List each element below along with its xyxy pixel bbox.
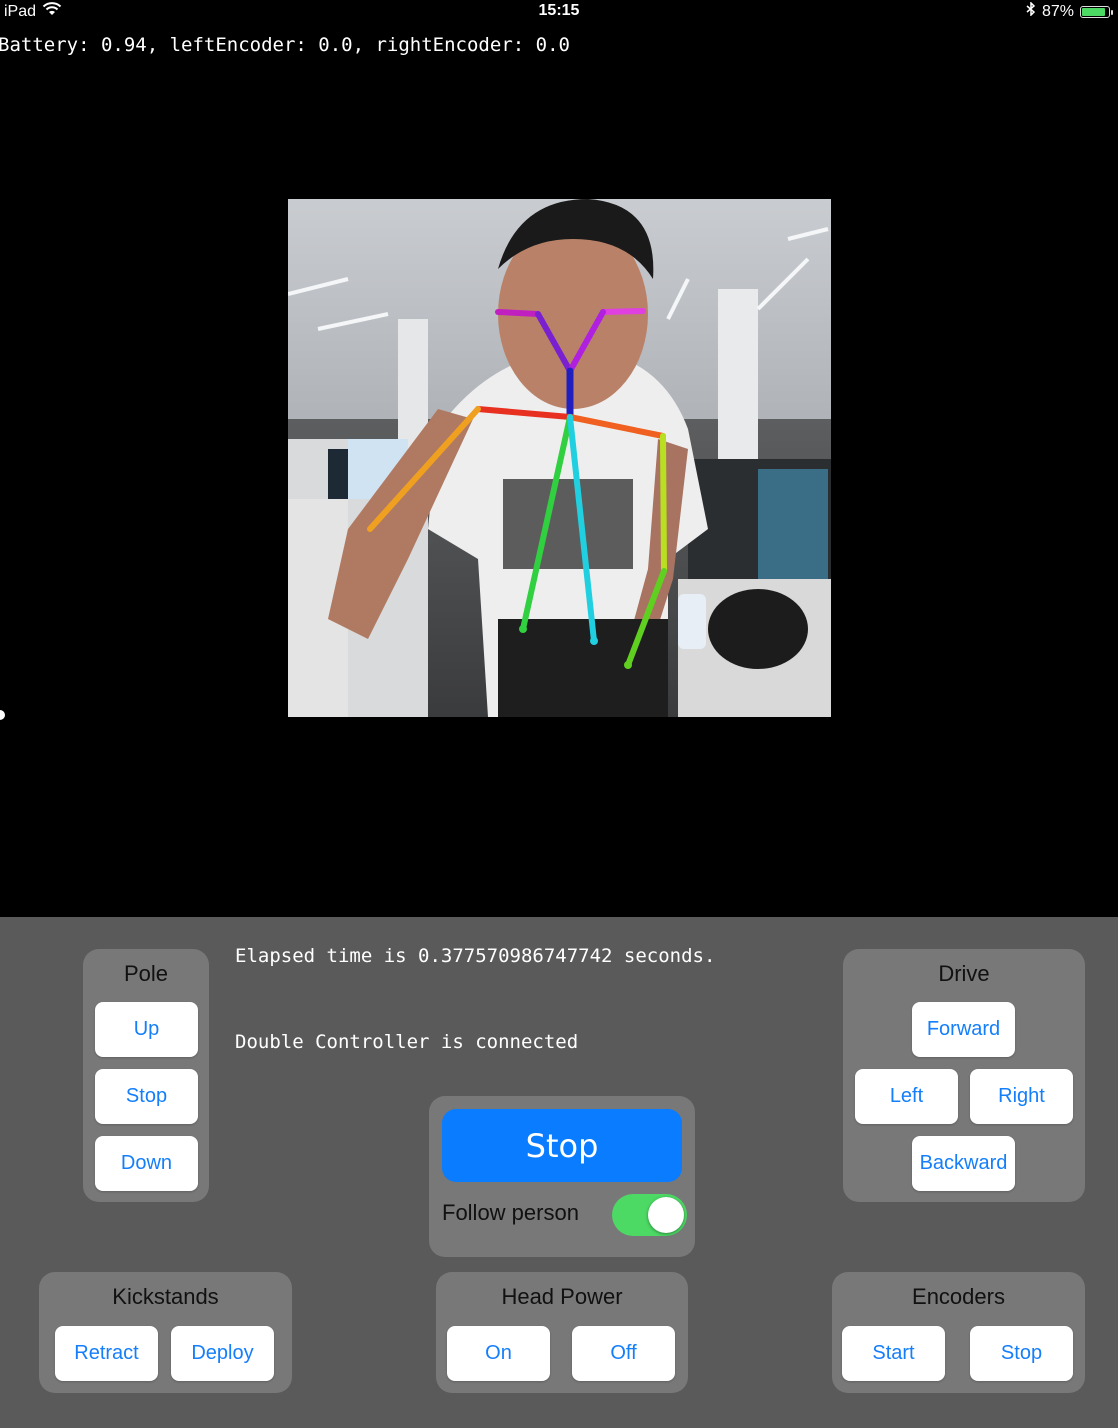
- kickstands-title: Kickstands: [112, 1284, 219, 1309]
- pole-down-button[interactable]: Down: [95, 1136, 198, 1191]
- drive-group: Drive Forward Left Right Backward: [843, 949, 1085, 1202]
- status-right: 87%: [1026, 1, 1113, 21]
- pole-up-button[interactable]: Up: [95, 1002, 198, 1057]
- encoders-title: Encoders: [912, 1284, 1005, 1309]
- head-power-on-button[interactable]: On: [447, 1326, 550, 1381]
- drive-forward-button[interactable]: Forward: [912, 1002, 1015, 1057]
- battery-percent: 87%: [1041, 2, 1074, 20]
- kickstands-retract-button[interactable]: Retract: [55, 1326, 158, 1381]
- head-power-off-button[interactable]: Off: [572, 1326, 675, 1381]
- drive-right-button[interactable]: Right: [970, 1069, 1073, 1124]
- pole-group: Pole Up Stop Down: [83, 949, 209, 1202]
- elapsed-time-text: Elapsed time is 0.377570986747742 second…: [235, 945, 716, 967]
- bluetooth-icon: [1026, 1, 1036, 21]
- drive-title: Drive: [938, 961, 990, 986]
- main-stop-button[interactable]: Stop: [442, 1109, 682, 1182]
- status-bar: iPad 15:15 87%: [0, 0, 1118, 24]
- follow-group: Stop Follow person: [429, 1096, 695, 1257]
- connection-status-text: Double Controller is connected: [235, 1031, 579, 1053]
- drive-left-button[interactable]: Left: [855, 1069, 958, 1124]
- camera-feed: [288, 199, 831, 717]
- encoders-start-button[interactable]: Start: [842, 1326, 945, 1381]
- battery-level: [1082, 7, 1105, 16]
- follow-person-toggle[interactable]: [612, 1194, 687, 1236]
- head-power-group: Head Power On Off: [436, 1272, 688, 1393]
- kickstands-group: Kickstands Retract Deploy: [39, 1272, 292, 1393]
- control-panel: Elapsed time is 0.377570986747742 second…: [0, 917, 1118, 1428]
- side-indicator-dot: [0, 710, 5, 720]
- drive-backward-button[interactable]: Backward: [912, 1136, 1015, 1191]
- pole-title: Pole: [123, 961, 169, 986]
- telemetry-readout: Battery: 0.94, leftEncoder: 0.0, rightEn…: [0, 34, 570, 56]
- encoders-group: Encoders Start Stop: [832, 1272, 1085, 1393]
- toggle-knob: [648, 1197, 684, 1233]
- pole-stop-button[interactable]: Stop: [95, 1069, 198, 1124]
- clock: 15:15: [538, 2, 580, 19]
- head-power-title: Head Power: [501, 1284, 623, 1309]
- encoders-stop-button[interactable]: Stop: [970, 1326, 1073, 1381]
- follow-person-label: Follow person: [442, 1200, 579, 1225]
- kickstands-deploy-button[interactable]: Deploy: [171, 1326, 274, 1381]
- battery-icon: [1080, 5, 1113, 18]
